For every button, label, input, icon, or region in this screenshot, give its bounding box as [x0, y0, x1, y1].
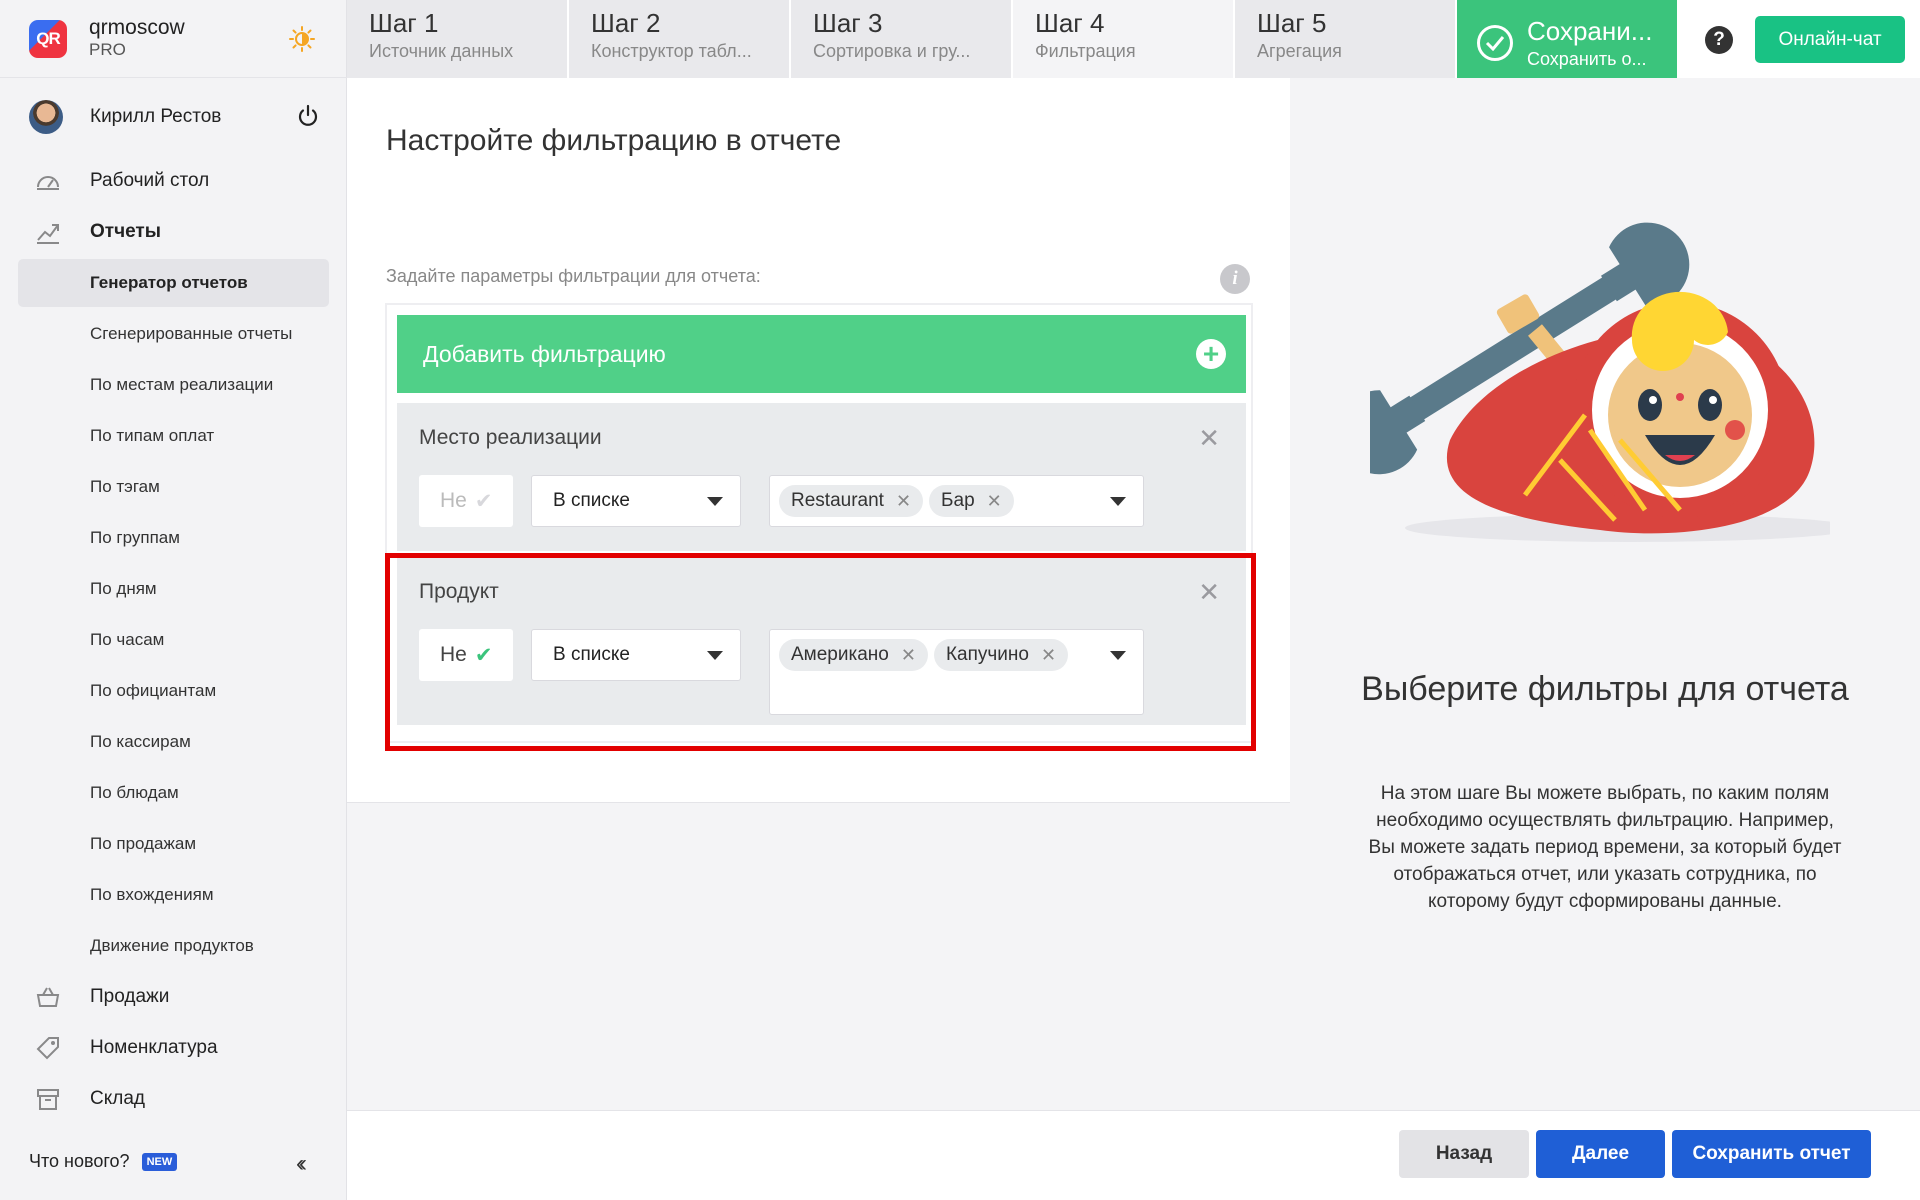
nav-sub-by-groups[interactable]: По группам	[0, 512, 347, 563]
filter-hint: Задайте параметры фильтрации для отчета:	[386, 266, 761, 286]
nav-label: Отчеты	[90, 220, 161, 242]
nav-sub-by-hours[interactable]: По часам	[0, 614, 347, 665]
step-5-tab[interactable]: Шаг 5 Агрегация	[1235, 0, 1457, 78]
nav-item-nomenclature[interactable]: Номенклатура	[0, 1022, 347, 1073]
add-filter-label: Добавить фильтрацию	[423, 340, 666, 367]
step-4-tab[interactable]: Шаг 4 Фильтрация	[1013, 0, 1235, 78]
sales-icon	[36, 987, 60, 1007]
nav-item-warehouse[interactable]: Склад	[0, 1073, 347, 1124]
close-icon[interactable]: ✕	[1198, 423, 1220, 454]
nav-sub-by-dishes[interactable]: По блюдам	[0, 767, 347, 818]
chip-label: Бар	[941, 490, 975, 511]
nav-label: Продажи	[90, 985, 170, 1007]
sidebar: QR qrmoscow PRO Кирилл Рестов Рабочий ст…	[0, 0, 347, 1200]
chip-label: Restaurant	[791, 490, 884, 511]
step-3-tab[interactable]: Шаг 3 Сортировка и гру...	[791, 0, 1013, 78]
nav-item-sales[interactable]: Продажи	[0, 971, 347, 1022]
step-label: Агрегация	[1257, 41, 1342, 61]
nav-sub-by-entries[interactable]: По вхождениям	[0, 869, 347, 920]
step-1-tab[interactable]: Шаг 1 Источник данных	[347, 0, 569, 78]
step-2-tab[interactable]: Шаг 2 Конструктор табл...	[569, 0, 791, 78]
power-icon[interactable]	[296, 104, 320, 128]
nav-sub-by-days[interactable]: По дням	[0, 563, 347, 614]
wizard-steps: Шаг 1 Источник данных Шаг 2 Конструктор …	[347, 0, 1920, 78]
check-icon: ✔	[474, 489, 493, 513]
footer-bar: Назад Далее Сохранить отчет	[347, 1110, 1920, 1200]
new-badge: NEW	[141, 1152, 178, 1171]
nav-sub-by-tags[interactable]: По тэгам	[0, 461, 347, 512]
highlight-frame	[385, 553, 1256, 751]
warehouse-icon	[37, 1088, 59, 1110]
nav-item-dashboard[interactable]: Рабочий стол	[0, 155, 347, 206]
plus-icon: +	[1196, 339, 1226, 369]
nav-label: Рабочий стол	[90, 169, 210, 191]
step-label: Конструктор табл...	[591, 41, 752, 61]
brand-header[interactable]: QR qrmoscow PRO	[0, 0, 347, 78]
help-icon[interactable]: ?	[1705, 26, 1733, 54]
values-multiselect[interactable]: Restaurant ✕ Бар ✕	[769, 475, 1144, 527]
operator-value: В списке	[553, 490, 630, 511]
aside-description: На этом шаге Вы можете выбрать, по каким…	[1368, 783, 1842, 912]
nomenclature-icon	[36, 1036, 59, 1059]
nav-sub-by-locations[interactable]: По местам реализации	[0, 359, 347, 410]
step-number: Шаг 1	[369, 8, 439, 38]
sidebar-nav: Рабочий стол Отчеты Генератор отчетов Сг…	[0, 155, 347, 1124]
help-aside: Выберите фильтры для отчета На этом шаге…	[1290, 78, 1920, 1110]
nav-sub-report-generator[interactable]: Генератор отчетов	[18, 259, 329, 307]
online-chat-button[interactable]: Онлайн-чат	[1755, 16, 1905, 63]
close-icon[interactable]: ✕	[896, 491, 911, 512]
user-profile[interactable]: Кирилл Рестов	[0, 92, 347, 142]
qr-logo: QR	[29, 19, 67, 58]
negate-label: Не	[440, 489, 467, 512]
nav-sub-by-sales[interactable]: По продажам	[0, 818, 347, 869]
company-name: qrmoscow	[89, 15, 185, 39]
back-button[interactable]: Назад	[1399, 1130, 1529, 1178]
nav-sub-product-movement[interactable]: Движение продуктов	[0, 920, 347, 971]
dashboard-icon	[37, 175, 59, 190]
operator-select[interactable]: В списке	[531, 475, 741, 527]
info-icon[interactable]: i	[1220, 264, 1250, 294]
negate-toggle[interactable]: Не ✔	[419, 475, 513, 527]
save-step-subtitle: Сохранить о...	[1527, 48, 1647, 69]
step-number: Шаг 2	[591, 8, 661, 38]
nav-sub-by-waiters[interactable]: По официантам	[0, 665, 347, 716]
avatar	[29, 100, 63, 134]
step-label: Фильтрация	[1035, 41, 1136, 61]
save-step-tab[interactable]: Сохрани... Сохранить о...	[1457, 0, 1679, 78]
filter-block-location: Место реализации ✕ Не ✔ В списке Restaur…	[397, 403, 1246, 551]
nav-label: Склад	[90, 1087, 145, 1109]
value-chip: Restaurant ✕	[779, 485, 924, 517]
step-label: Источник данных	[369, 41, 514, 61]
aside-title: Выберите фильтры для отчета	[1361, 670, 1849, 708]
step-number: Шаг 4	[1035, 8, 1105, 38]
sun-icon[interactable]	[289, 26, 315, 52]
whats-new-link[interactable]: Что нового? NEW	[29, 1151, 178, 1172]
add-filter-button[interactable]: Добавить фильтрацию +	[397, 315, 1246, 393]
mascot-wrench-illustration	[1370, 222, 1830, 542]
step-number: Шаг 3	[813, 8, 883, 38]
step-number: Шаг 5	[1257, 8, 1327, 38]
chevron-down-icon	[707, 497, 723, 506]
next-button[interactable]: Далее	[1536, 1130, 1665, 1178]
chevron-down-icon[interactable]	[1110, 497, 1126, 506]
nav-label: Номенклатура	[90, 1036, 218, 1058]
close-icon[interactable]: ✕	[987, 491, 1002, 512]
page-title: Настройте фильтрацию в отчете	[386, 124, 842, 157]
plan-label: PRO	[89, 39, 126, 59]
step-label: Сортировка и гру...	[813, 41, 971, 61]
user-name: Кирилл Рестов	[90, 106, 222, 127]
whats-new-label: Что нового?	[29, 1151, 130, 1171]
save-report-button[interactable]: Сохранить отчет	[1672, 1130, 1871, 1178]
nav-sub-generated-reports[interactable]: Сгенерированные отчеты	[0, 308, 347, 359]
check-circle-icon	[1477, 24, 1513, 61]
nav-sub-by-cashiers[interactable]: По кассирам	[0, 716, 347, 767]
nav-item-reports[interactable]: Отчеты	[0, 206, 347, 257]
reports-icon	[37, 223, 59, 244]
double-chevron-left-icon[interactable]: ‹‹	[296, 1150, 307, 1178]
value-chip: Бар ✕	[929, 485, 1014, 517]
nav-sub-by-payment-types[interactable]: По типам оплат	[0, 410, 347, 461]
save-step-title: Сохрани...	[1527, 15, 1653, 46]
filter-field-name: Место реализации	[419, 426, 602, 449]
